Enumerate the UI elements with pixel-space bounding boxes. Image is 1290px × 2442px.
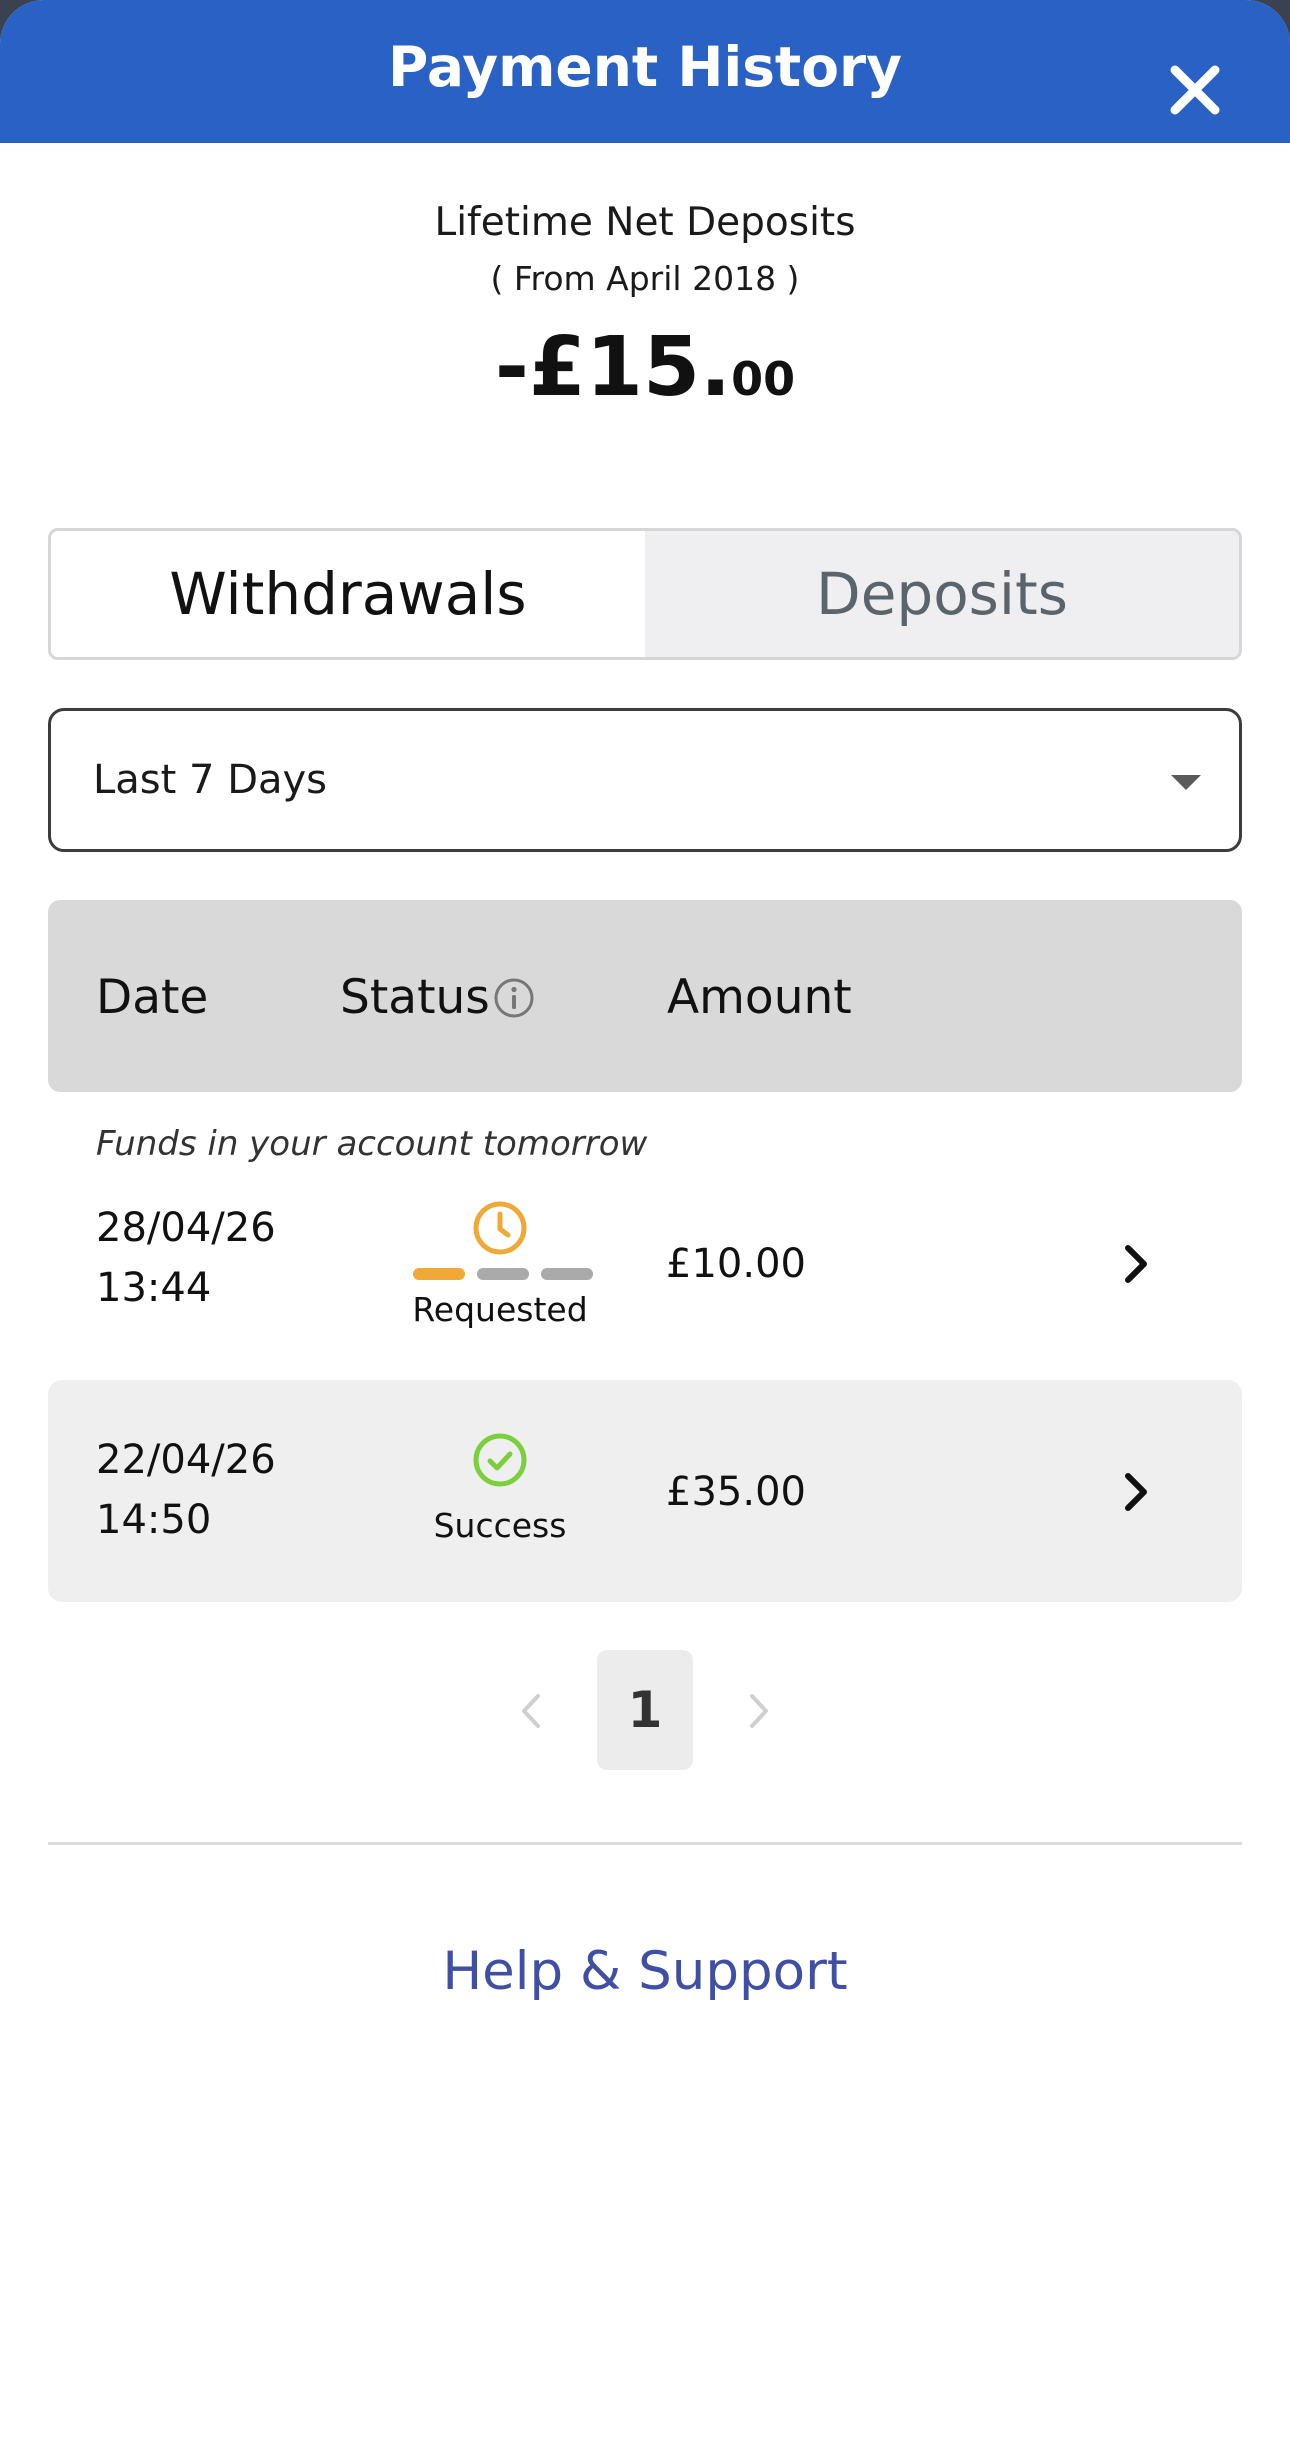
row-datetime: 28/04/26 13:44	[96, 1198, 276, 1318]
amount-decimal: 00	[731, 352, 796, 406]
payment-history-sheet: Payment History Lifetime Net Deposits ( …	[0, 0, 1290, 2442]
row-amount: £35.00	[666, 1469, 806, 1515]
close-icon	[1170, 65, 1220, 115]
status-label: Success	[433, 1506, 567, 1545]
row-datetime: 22/04/26 14:50	[96, 1430, 276, 1550]
table-row[interactable]: 28/04/26 13:44 Requested £10.00	[48, 1180, 1242, 1360]
tab-withdrawals[interactable]: Withdrawals	[51, 531, 645, 657]
page-title: Payment History	[388, 35, 902, 99]
row-time: 14:50	[96, 1497, 212, 1543]
net-deposits-amount: -£15.00	[0, 318, 1290, 440]
net-deposits-label: Lifetime Net Deposits	[434, 200, 856, 245]
chevron-right-icon	[1125, 1245, 1147, 1283]
column-amount: Amount	[667, 970, 852, 1025]
payment-type-tabs: Withdrawals Deposits	[48, 528, 1242, 660]
chevron-right-icon	[1125, 1473, 1147, 1511]
clock-icon	[473, 1201, 527, 1255]
close-button[interactable]	[1160, 55, 1230, 125]
row-amount: £10.00	[666, 1241, 806, 1287]
table-row[interactable]: 22/04/26 14:50 Success £35.00	[48, 1380, 1242, 1602]
pagination-prev-icon[interactable]	[514, 1688, 546, 1734]
pagination-next-icon[interactable]	[744, 1688, 776, 1734]
progress-step-2	[477, 1268, 529, 1280]
header-bar: Payment History	[0, 0, 1290, 143]
check-circle-icon	[473, 1433, 527, 1487]
row-time: 13:44	[96, 1265, 212, 1311]
info-icon[interactable]	[492, 976, 536, 1020]
pagination-current-page[interactable]: 1	[597, 1650, 693, 1770]
row-date: 22/04/26	[96, 1437, 276, 1483]
column-date: Date	[96, 970, 209, 1025]
funds-note: Funds in your account tomorrow	[96, 1124, 648, 1164]
status-label: Requested	[412, 1290, 588, 1329]
divider	[48, 1842, 1242, 1845]
date-range-select[interactable]: Last 7 Days	[48, 708, 1242, 852]
amount-main: -£15.	[494, 320, 732, 415]
column-status: Status	[340, 970, 490, 1025]
caret-down-icon	[1171, 775, 1201, 790]
table-header: Date Status Amount	[48, 900, 1242, 1092]
status-progress-bar	[413, 1268, 593, 1280]
row-date: 28/04/26	[96, 1205, 276, 1251]
tab-deposits[interactable]: Deposits	[645, 531, 1239, 657]
help-support-link[interactable]: Help & Support	[0, 1940, 1290, 2004]
net-deposits-period: ( From April 2018 )	[490, 259, 800, 298]
date-range-value: Last 7 Days	[93, 757, 328, 803]
progress-step-1	[413, 1268, 465, 1280]
progress-step-3	[541, 1268, 593, 1280]
